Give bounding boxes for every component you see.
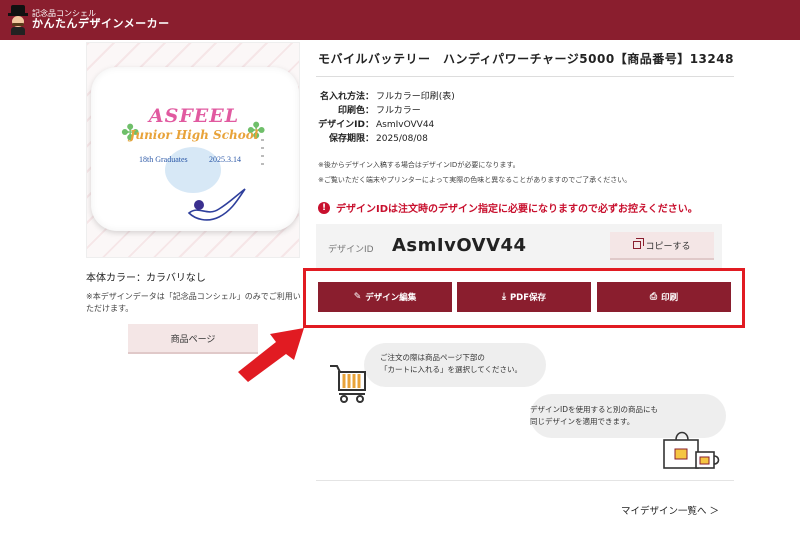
tip-line: ご注文の際は商品ページ下部の [380, 353, 485, 362]
warning-text: デザインIDは注文時のデザイン指定に必要になりますので必ずお控えください。 [336, 204, 698, 215]
download-icon: ⤓ [501, 292, 506, 302]
print-button[interactable]: ⎙ 印刷 [597, 282, 731, 312]
tip-line: 「カートに入れる」を選択してください。 [380, 365, 523, 374]
mascot-logo-icon[interactable] [8, 5, 28, 35]
body-color-label: 本体カラー：カラバリなし [86, 273, 206, 284]
usage-note: ※本デザインデータは「記念品コンシェル」のみでご利用いただけます。 [86, 292, 301, 313]
divider [316, 480, 734, 481]
tip-line: デザインIDを使用すると別の商品にも [530, 405, 658, 414]
print-label: 印刷 [661, 293, 679, 303]
tip-line: 同じデザインを適用できます。 [530, 417, 635, 426]
edit-icon: ✎ [353, 292, 362, 302]
design-id-value: AsmIvOVV44 [392, 235, 527, 256]
info-row-expiry: 保存期限： 2025/08/08 [318, 132, 455, 146]
copy-button[interactable]: コピーする [610, 232, 714, 260]
site-logo[interactable]: 記念品コンシェル かんたんデザインメーカー [32, 9, 170, 31]
divider [316, 76, 734, 77]
note-item: ※後からデザイン入稿する場合はデザインIDが必要になります。 [318, 161, 520, 169]
pointer-arrow-icon [238, 328, 304, 382]
info-value: フルカラー印刷(表) [376, 92, 455, 102]
alert-icon: ! [318, 201, 330, 214]
info-value: 2025/08/08 [376, 134, 428, 144]
design-id-label: デザインID [328, 245, 374, 255]
info-label: 印刷色： [337, 106, 374, 116]
info-label: デザインID： [318, 120, 374, 130]
info-row-method: 名入れ方法： フルカラー印刷(表) [318, 90, 455, 104]
my-design-list-link[interactable]: マイデザイン一覧へ ＞ [621, 503, 719, 517]
copy-button-label: コピーする [645, 241, 691, 252]
notes-list: ※後からデザイン入稿する場合はデザインIDが必要になります。 ※ご覧いただく端末… [318, 158, 631, 188]
info-row-design-id: デザインID： AsmIvOVV44 [318, 118, 455, 132]
info-value: AsmIvOVV44 [376, 120, 435, 130]
info-value: フルカラー [376, 106, 421, 116]
cart-tip-bubble: ご注文の際は商品ページ下部の 「カートに入れる」を選択してください。 [364, 343, 546, 387]
dove-icon [187, 188, 246, 221]
warning-message: ! デザインIDは注文時のデザイン指定に必要になりますので必ずお控えください。 [318, 200, 698, 215]
edit-design-label: デザイン編集 [365, 293, 417, 303]
info-label: 保存期限： [328, 134, 374, 144]
info-row-color: 印刷色： フルカラー [318, 104, 455, 118]
copy-icon [633, 238, 645, 249]
note-item: ※ご覧いただく端末やプリンターによって実際の色味と異なることがありますのでご了承… [318, 176, 632, 184]
design-id-box: デザインID AsmIvOVV44 コピーする [316, 224, 722, 270]
bag-and-mug-icon [663, 431, 720, 469]
pdf-save-label: PDF保存 [509, 293, 547, 303]
product-title: モバイルバッテリー ハンディパワーチャージ5000【商品番号】13248 [318, 52, 734, 66]
info-label: 名入れ方法： [319, 92, 374, 102]
pdf-save-button[interactable]: ⤓ PDF保存 [457, 282, 591, 312]
design-subtitle-text: Junior High School [129, 128, 259, 142]
design-graduates-text: 18th Graduates [139, 155, 188, 164]
design-date-text: 2025.3.14 [209, 155, 241, 164]
printer-icon: ⎙ [649, 292, 658, 302]
design-info-list: 名入れ方法： フルカラー印刷(表) 印刷色： フルカラー デザインID： Asm… [318, 90, 455, 146]
edit-design-button[interactable]: ✎ デザイン編集 [318, 282, 452, 312]
design-title-text: ASFEEL [148, 105, 240, 127]
cart-icon [330, 365, 366, 403]
site-header: 記念品コンシェル かんたんデザインメーカー [0, 0, 800, 40]
design-preview-image: ✤ ✤ ASFEEL Junior High School 18th Gradu… [86, 42, 300, 258]
logo-big-text: かんたんデザインメーカー [32, 17, 170, 31]
